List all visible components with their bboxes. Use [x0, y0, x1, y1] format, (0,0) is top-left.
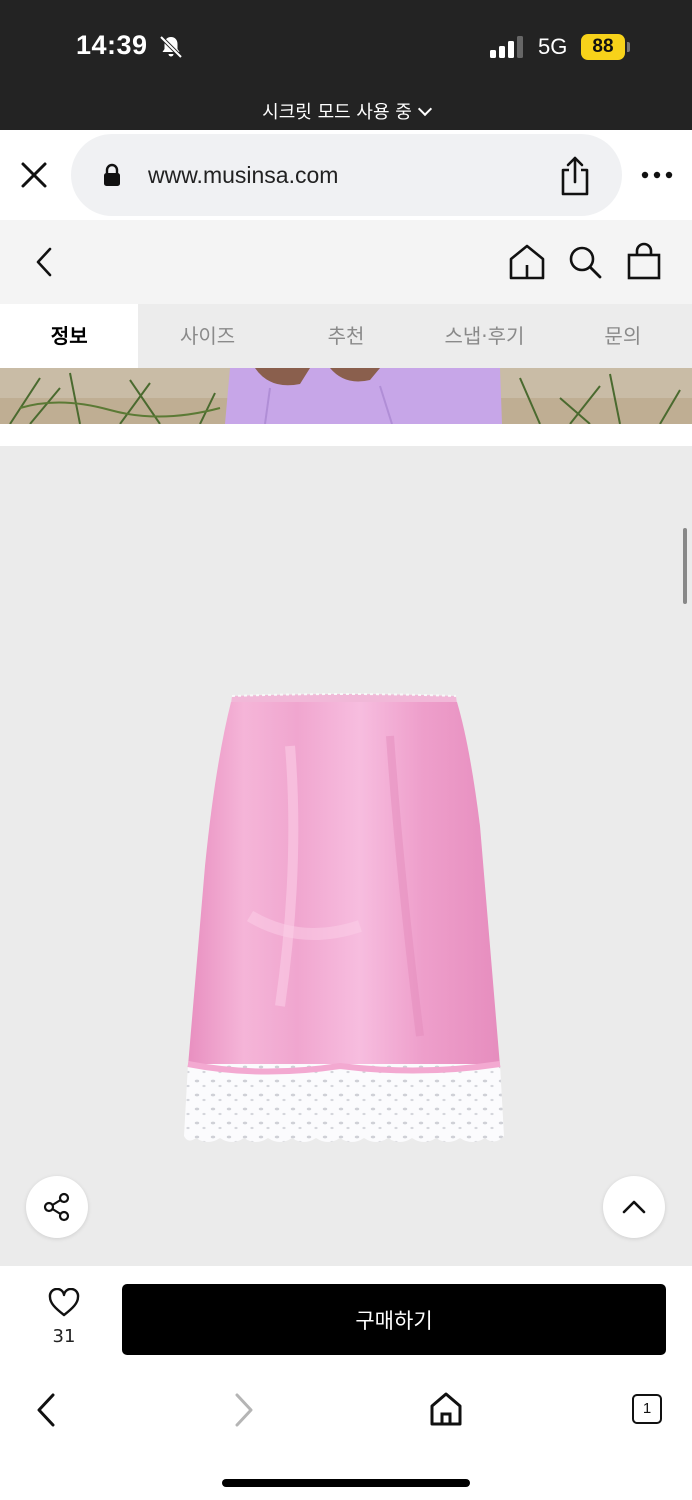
muted-bell-icon [159, 35, 183, 59]
back-arrow-icon[interactable] [32, 246, 56, 278]
product-image [0, 446, 692, 1266]
tab-recommend[interactable]: 추천 [277, 304, 415, 368]
address-url[interactable]: www.musinsa.com [148, 162, 338, 189]
page-scrollbar[interactable] [683, 528, 687, 604]
chevron-up-icon [622, 1200, 646, 1214]
home-indicator [222, 1479, 470, 1487]
like-count: 31 [52, 1326, 76, 1347]
browser-home-icon[interactable] [429, 1392, 463, 1426]
status-bar: 14:39 5G 88 시크릿 모드 사용 중 [0, 0, 692, 130]
browser-url-bar: www.musinsa.com [0, 130, 692, 220]
browser-forward-icon[interactable] [230, 1392, 258, 1428]
share-icon[interactable] [558, 156, 592, 196]
scroll-to-top-button[interactable] [603, 1176, 665, 1238]
buy-button[interactable]: 구매하기 [122, 1284, 666, 1355]
incognito-label: 시크릿 모드 사용 중 [262, 102, 412, 123]
more-options-icon[interactable] [640, 170, 674, 180]
home-icon[interactable] [508, 244, 546, 280]
network-type: 5G [538, 34, 568, 59]
image-divider [0, 424, 692, 446]
tab-size[interactable]: 사이즈 [138, 304, 276, 368]
battery-indicator: 88 [581, 34, 625, 60]
cell-signal-icon [490, 36, 523, 58]
heart-icon[interactable] [48, 1288, 80, 1318]
tab-snap-review[interactable]: 스냅·후기 [415, 304, 553, 368]
lock-icon [104, 163, 120, 186]
model-photo-strip [0, 368, 692, 424]
status-time: 14:39 [76, 30, 148, 60]
browser-back-icon[interactable] [32, 1392, 60, 1428]
search-icon[interactable] [567, 244, 603, 280]
product-tabs: 정보 사이즈 추천 스냅·후기 문의 [0, 304, 692, 368]
tab-info[interactable]: 정보 [0, 304, 139, 368]
incognito-mode-toggle[interactable]: 시크릿 모드 사용 중 [0, 98, 692, 124]
browser-toolbar: 1 [0, 1372, 692, 1500]
tab-inquiry[interactable]: 문의 [554, 304, 692, 368]
site-header [0, 220, 692, 304]
battery-tip [627, 42, 630, 52]
shopping-bag-icon[interactable] [626, 242, 662, 280]
share-button[interactable] [26, 1176, 88, 1238]
tab-switcher-button[interactable]: 1 [632, 1394, 662, 1424]
pink-slip-skirt-image [184, 693, 504, 1142]
chevron-down-icon [417, 101, 432, 117]
close-icon[interactable] [20, 161, 48, 189]
share-nodes-icon [43, 1192, 70, 1222]
purchase-bar: 31 구매하기 [0, 1266, 692, 1372]
